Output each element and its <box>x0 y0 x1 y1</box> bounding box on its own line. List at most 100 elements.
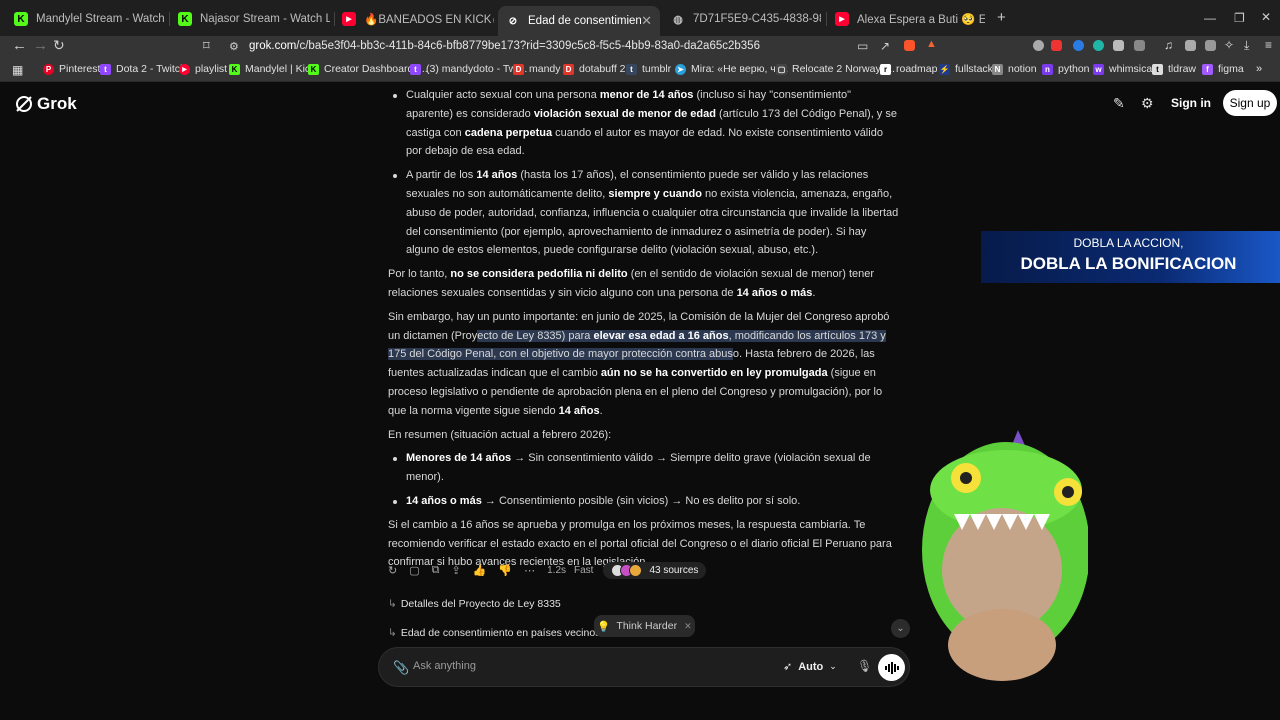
think-harder-chip[interactable]: 💡 Think Harder ✕ <box>594 615 695 637</box>
bookmark-fullstack[interactable]: ⚡ fullstack <box>939 63 993 75</box>
text: A partir de los <box>406 169 477 182</box>
extension-icon[interactable] <box>1093 40 1104 51</box>
voice-mode-button[interactable] <box>878 654 905 681</box>
copy-icon[interactable]: ⧉ <box>432 564 440 577</box>
thumbs-up-icon[interactable]: 👍 <box>473 564 487 577</box>
settings-icon[interactable]: ⚙ <box>1141 95 1154 112</box>
tab-najasor[interactable]: K Najasor Stream - Watch Live on Kick <box>178 6 330 32</box>
extension-icon[interactable] <box>1033 40 1044 51</box>
extensions-puzzle-icon[interactable] <box>1113 40 1124 51</box>
bookmark-dotabuff[interactable]: Ddotabuff 2 <box>563 63 626 75</box>
sources-button[interactable]: 43 sources <box>603 561 707 579</box>
tab-title: Edad de consentimiento sexual e <box>528 15 642 27</box>
bold-text: 14 años o más <box>406 494 482 507</box>
tab-baneados[interactable]: ▶ 🔥BANEADOS EN KICK🔥ANTAURUS <box>342 6 494 32</box>
mode-selector[interactable]: ➶ Auto ⌄ <box>783 660 837 674</box>
figma-icon: f <box>1202 63 1213 75</box>
bookmark-label: tldraw <box>1168 63 1197 75</box>
bookmark-whimsical[interactable]: w whimsical <box>1093 63 1155 75</box>
tab-title: Mandylel Stream - Watch Live on Kick <box>36 13 166 25</box>
thumbs-down-icon[interactable]: 👎 <box>498 564 512 577</box>
close-icon[interactable]: ✕ <box>684 621 692 632</box>
site-info-icon[interactable]: ⚙ <box>229 40 239 53</box>
more-bookmarks-icon[interactable]: » <box>1256 63 1262 75</box>
bookmark-notion[interactable]: Nnotion <box>992 63 1037 75</box>
tab-mandylel[interactable]: K Mandylel Stream - Watch Live on Kick <box>14 6 166 32</box>
bookmark-relocate-norway[interactable]: ▢ Relocate 2 Norway |... <box>776 63 895 75</box>
page-icon: ▢ <box>776 63 787 75</box>
bookmark-python[interactable]: n python <box>1042 63 1090 75</box>
tab-guid[interactable]: ◍ 7D71F5E9-C435-4838-9887-3565D8 <box>671 6 821 32</box>
bold-text: cadena perpetua <box>464 126 553 139</box>
bookmark-tldraw[interactable]: t tldraw <box>1152 63 1196 75</box>
scroll-down-button[interactable]: ⌄ <box>891 619 910 638</box>
share-icon[interactable]: ⇪ <box>451 564 460 577</box>
attach-icon[interactable]: 📎 <box>393 660 409 676</box>
bookmark-dota-twitch[interactable]: t Dota 2 - Twitch <box>100 63 186 75</box>
text: Cualquier acto sexual con una persona <box>406 89 600 101</box>
apps-icon[interactable]: ▦ <box>12 63 23 77</box>
regenerate-icon[interactable]: ↻ <box>388 564 397 577</box>
whimsical-icon: w <box>1093 63 1104 75</box>
minimize-icon[interactable]: — <box>1204 11 1216 25</box>
wallet-icon[interactable] <box>1205 40 1216 51</box>
paragraph-conclusion: Por lo tanto, no se considera pedofilia … <box>388 265 900 303</box>
bookmark-figma[interactable]: f figma <box>1202 63 1244 75</box>
brave-rewards-icon[interactable]: ▲ <box>926 38 937 50</box>
close-tab-icon[interactable]: ✕ <box>641 13 652 29</box>
bookmark-mira[interactable]: ➤ Mira: «Не верю, чт... <box>675 63 788 75</box>
download-icon[interactable]: ⤓ <box>1244 38 1255 52</box>
summary-heading: En resumen (situación actual a febrero 2… <box>388 426 900 445</box>
sign-up-button[interactable]: Sign up <box>1223 90 1277 116</box>
bookmark-pinterest[interactable]: P Pinterest <box>43 63 100 75</box>
sidebar-icon[interactable] <box>1185 40 1196 51</box>
new-tab-icon[interactable]: + <box>997 9 1006 26</box>
media-icon[interactable]: ♫ <box>1164 38 1175 52</box>
forward-icon[interactable]: → <box>33 37 48 54</box>
url-field[interactable]: grok.com/c/ba5e3f04-bb3c-411b-84c6-bfb87… <box>249 40 760 52</box>
bookmark-label: fullstack <box>955 63 993 75</box>
reload-icon[interactable]: ↻ <box>53 37 65 54</box>
bookmark-playlist[interactable]: ▶ playlist <box>179 63 227 75</box>
related-question[interactable]: ↳ Edad de consentimiento en países vecino… <box>388 627 600 639</box>
bold-text: 14 años <box>558 404 600 417</box>
restore-icon[interactable]: ❐ <box>1234 11 1245 25</box>
grok-logo[interactable]: Grok <box>14 94 77 114</box>
extension-icon[interactable] <box>1051 40 1062 51</box>
tab-alexa[interactable]: ▶ Alexa Espera a Buti 🥺 En el AEROPU <box>835 6 985 32</box>
leo-icon[interactable]: ✧ <box>1224 38 1235 52</box>
bookmark-roadmap[interactable]: r roadmap <box>880 63 937 75</box>
bookmark-mandylel-kick[interactable]: K Mandylel | Kick <box>229 63 315 75</box>
bookmark-label: Dota 2 - Twitch <box>116 63 186 75</box>
chevron-down-icon: ⌄ <box>829 661 837 671</box>
share-icon[interactable]: ↗ <box>880 39 890 53</box>
back-icon[interactable]: ← <box>12 37 27 54</box>
bookmark-label: playlist <box>195 63 228 75</box>
comment-icon[interactable]: ▢ <box>409 564 419 577</box>
brave-shield-icon[interactable] <box>904 40 915 51</box>
more-icon[interactable]: ⋯ <box>524 564 535 577</box>
extension-icon[interactable] <box>1134 40 1145 51</box>
tab-edad-consentimiento[interactable]: ⊘ Edad de consentimiento sexual e ✕ <box>498 6 660 36</box>
sign-in-button[interactable]: Sign in <box>1171 92 1211 114</box>
roadmap-icon: r <box>880 63 891 75</box>
bookmark-label: Mandylel | Kick <box>245 63 316 75</box>
close-window-icon[interactable]: ✕ <box>1261 10 1271 24</box>
bookmark-mandy[interactable]: Dmandy <box>513 63 561 75</box>
banner-line1: DOBLA LA ACCION, <box>1073 236 1184 250</box>
text: . <box>599 404 603 417</box>
bookmark-icon[interactable]: ⌑ <box>203 38 210 54</box>
cast-icon[interactable]: ▭ <box>857 39 868 53</box>
bookmark-label: figma <box>1218 63 1244 75</box>
bookmark-tumblr[interactable]: t tumblr <box>626 63 671 75</box>
microphone-icon[interactable]: 🎙 <box>857 659 872 673</box>
ask-input[interactable] <box>411 659 715 673</box>
response-mode: Fast <box>574 564 594 576</box>
bookmark-mandydoto-twitch[interactable]: t (3) mandydoto - Twi... <box>410 63 527 75</box>
menu-icon[interactable]: ≡ <box>1265 38 1276 52</box>
extension-icon[interactable] <box>1073 40 1084 51</box>
summary-bullets: Menores de 14 años → Sin consentimiento … <box>388 449 900 510</box>
new-chat-icon[interactable]: ✎ <box>1113 95 1125 112</box>
related-question[interactable]: ↳ Detalles del Proyecto de Ley 8335 <box>388 598 561 610</box>
kick-icon: K <box>178 12 192 26</box>
